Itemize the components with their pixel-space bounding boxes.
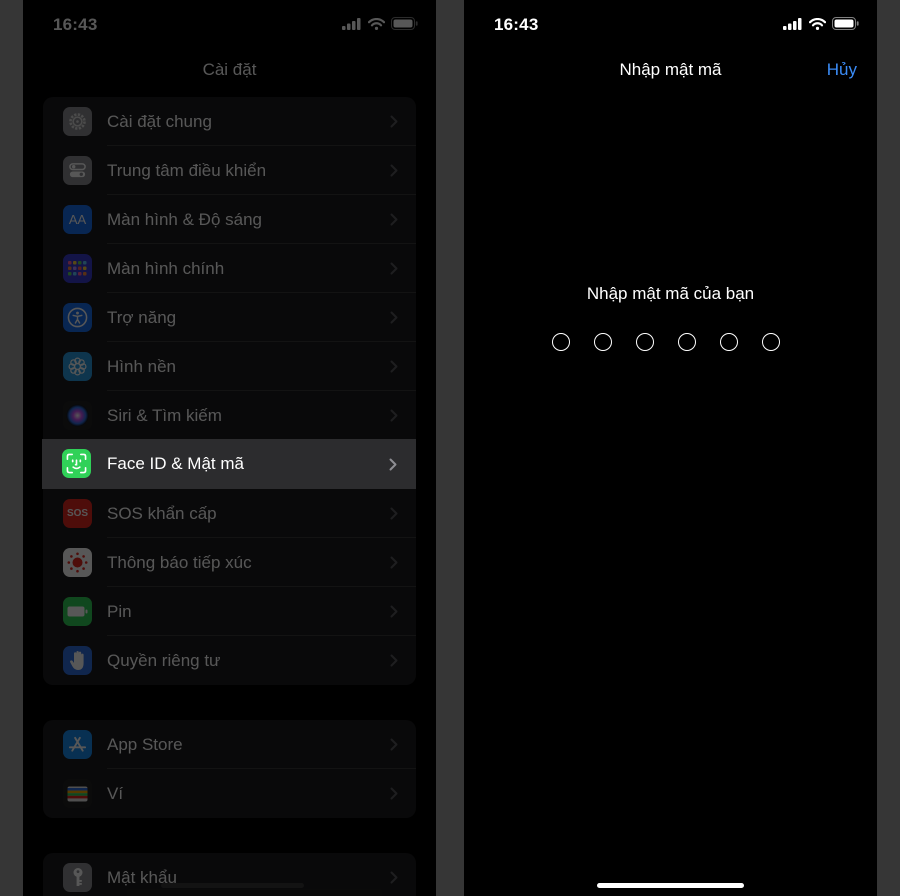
passcode-dot bbox=[636, 333, 654, 351]
passcode-dot bbox=[762, 333, 780, 351]
settings-group-store: App Store Ví bbox=[43, 720, 416, 818]
passcode-prompt: Nhập mật mã của bạn bbox=[586, 284, 755, 303]
settings-row-label: Quyền riêng tư bbox=[107, 651, 221, 670]
battery-status-icon bbox=[391, 17, 418, 30]
siri-icon bbox=[63, 401, 92, 430]
settings-row-label: Thông báo tiếp xúc bbox=[107, 553, 252, 572]
settings-row-face-id-passcode[interactable]: Face ID & Mật mã bbox=[42, 439, 416, 489]
settings-row-siri-search[interactable]: Siri & Tìm kiếm bbox=[43, 391, 416, 440]
passcode-dot bbox=[678, 333, 696, 351]
home-indicator bbox=[597, 883, 744, 888]
chevron-right-icon bbox=[390, 115, 398, 128]
passcode-dots[interactable] bbox=[552, 333, 780, 351]
chevron-right-icon bbox=[390, 738, 398, 751]
settings-row-label: Trung tâm điều khiển bbox=[107, 161, 267, 180]
status-bar: 16:43 bbox=[23, 0, 436, 48]
battery-status-icon bbox=[832, 17, 859, 30]
cellular-signal-icon bbox=[783, 17, 802, 30]
settings-row-control-center[interactable]: Trung tâm điều khiển bbox=[43, 146, 416, 195]
passcode-screen: 16:43 Nhập mật mã Hủy Nhập mật mã của bạ… bbox=[464, 0, 877, 896]
home-grid-icon bbox=[63, 254, 92, 283]
wifi-icon bbox=[368, 17, 385, 30]
wallpaper-icon bbox=[63, 352, 92, 381]
battery-icon bbox=[63, 597, 92, 626]
passcode-dot bbox=[594, 333, 612, 351]
chevron-right-icon bbox=[390, 787, 398, 800]
hand-icon bbox=[63, 646, 92, 675]
face-id-icon bbox=[62, 449, 91, 478]
wallet-icon bbox=[63, 779, 92, 808]
chevron-right-icon bbox=[390, 556, 398, 569]
cellular-signal-icon bbox=[342, 17, 361, 30]
settings-row-general[interactable]: Cài đặt chung bbox=[43, 97, 416, 146]
status-time: 16:43 bbox=[53, 15, 98, 34]
chevron-right-icon bbox=[389, 458, 397, 471]
status-bar: 16:43 bbox=[464, 0, 877, 48]
page-title: Nhập mật mã bbox=[619, 60, 722, 79]
settings-row-label: Màn hình chính bbox=[107, 259, 225, 278]
home-indicator bbox=[161, 883, 304, 888]
chevron-right-icon bbox=[390, 311, 398, 324]
app-store-icon bbox=[63, 730, 92, 759]
status-time: 16:43 bbox=[494, 15, 539, 34]
page-title: Cài đặt bbox=[202, 60, 257, 79]
settings-row-exposure-notifications[interactable]: Thông báo tiếp xúc bbox=[43, 538, 416, 587]
accessibility-icon bbox=[63, 303, 92, 332]
key-icon bbox=[63, 863, 92, 892]
text-size-icon: AA bbox=[63, 205, 92, 234]
settings-row-privacy[interactable]: Quyền riêng tư bbox=[43, 636, 416, 685]
settings-row-label: SOS khẩn cấp bbox=[107, 504, 217, 523]
chevron-right-icon bbox=[390, 360, 398, 373]
cancel-button[interactable]: Hủy bbox=[827, 60, 857, 80]
settings-row-label: Trợ năng bbox=[107, 308, 177, 327]
settings-row-label: App Store bbox=[107, 735, 183, 754]
settings-group-general: Cài đặt chung Trung tâm điều khiển AA Mà… bbox=[43, 97, 416, 685]
settings-row-label: Siri & Tìm kiếm bbox=[107, 406, 222, 425]
settings-row-passwords[interactable]: Mật khẩu bbox=[43, 853, 416, 896]
settings-row-label: Màn hình & Độ sáng bbox=[107, 210, 262, 229]
chevron-right-icon bbox=[390, 213, 398, 226]
gear-icon bbox=[63, 107, 92, 136]
settings-row-label: Hình nền bbox=[107, 357, 176, 376]
chevron-right-icon bbox=[390, 871, 398, 884]
chevron-right-icon bbox=[390, 409, 398, 422]
settings-row-emergency-sos[interactable]: SOS SOS khẩn cấp bbox=[43, 489, 416, 538]
settings-row-battery[interactable]: Pin bbox=[43, 587, 416, 636]
settings-row-label: Pin bbox=[107, 602, 132, 621]
wifi-icon bbox=[809, 17, 826, 30]
settings-row-app-store[interactable]: App Store bbox=[43, 720, 416, 769]
settings-row-label: Face ID & Mật mã bbox=[107, 454, 244, 473]
settings-row-label: Ví bbox=[107, 784, 124, 803]
settings-group-accounts: Mật khẩu bbox=[43, 853, 416, 896]
chevron-right-icon bbox=[390, 605, 398, 618]
chevron-right-icon bbox=[390, 654, 398, 667]
settings-screen: 16:43 Cài đặt Cài đặt chung Trung tâm đi… bbox=[23, 0, 436, 896]
toggles-icon bbox=[63, 156, 92, 185]
passcode-dot bbox=[552, 333, 570, 351]
settings-row-accessibility[interactable]: Trợ năng bbox=[43, 293, 416, 342]
settings-row-label: Mật khẩu bbox=[107, 868, 177, 887]
settings-row-display-brightness[interactable]: AA Màn hình & Độ sáng bbox=[43, 195, 416, 244]
chevron-right-icon bbox=[390, 507, 398, 520]
settings-row-home-screen[interactable]: Màn hình chính bbox=[43, 244, 416, 293]
passcode-dot bbox=[720, 333, 738, 351]
exposure-notification-icon bbox=[63, 548, 92, 577]
chevron-right-icon bbox=[390, 164, 398, 177]
settings-row-wallet[interactable]: Ví bbox=[43, 769, 416, 818]
settings-row-wallpaper[interactable]: Hình nền bbox=[43, 342, 416, 391]
settings-row-label: Cài đặt chung bbox=[107, 112, 212, 131]
sos-icon: SOS bbox=[63, 499, 92, 528]
chevron-right-icon bbox=[390, 262, 398, 275]
